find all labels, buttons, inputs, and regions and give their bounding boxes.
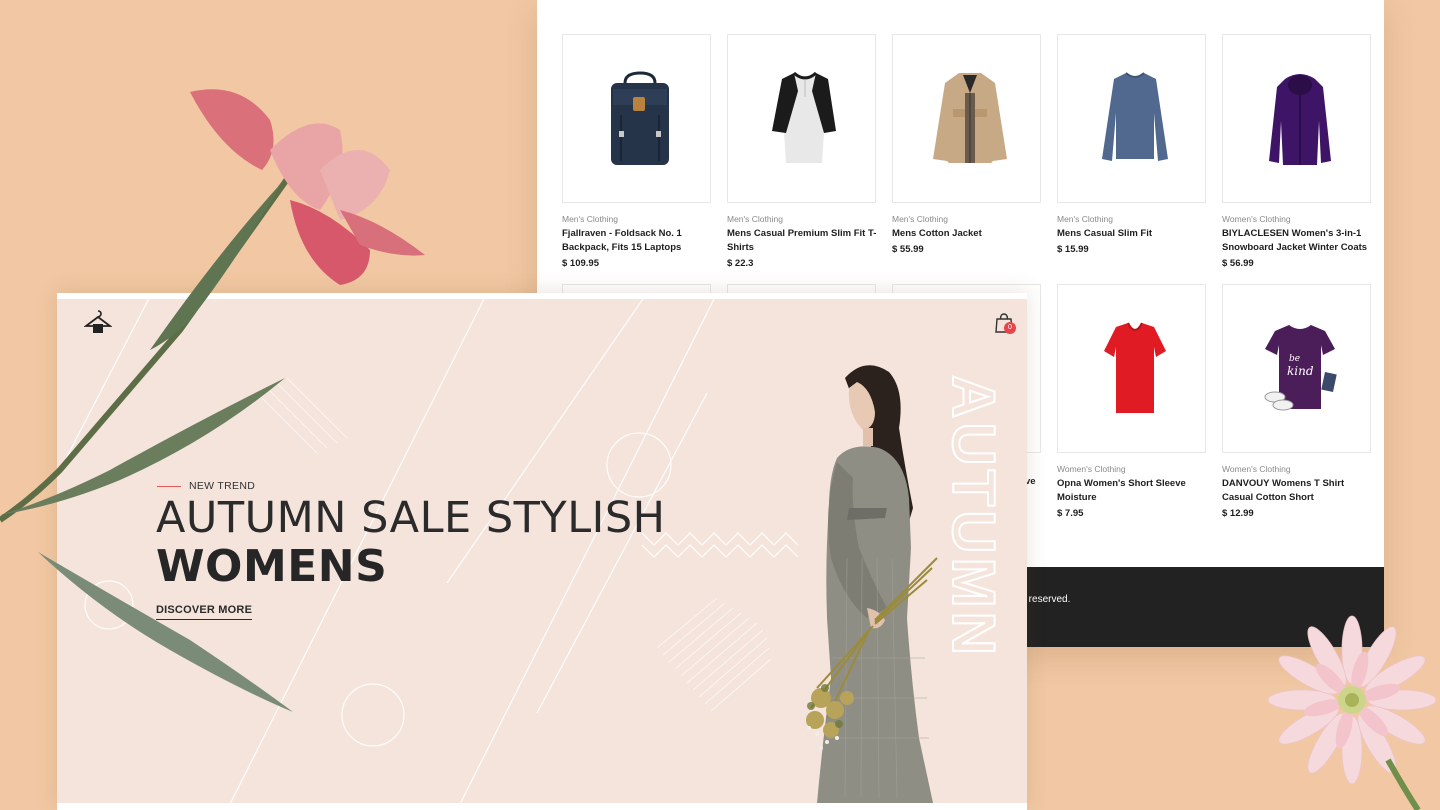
product-image[interactable]: [1222, 34, 1371, 203]
svg-text:be: be: [1289, 354, 1300, 364]
product-card[interactable]: Women's Clothing BIYLACLESEN Women's 3-i…: [1222, 34, 1372, 271]
product-name[interactable]: BIYLACLESEN Women's 3-in-1 Snowboard Jac…: [1222, 227, 1374, 255]
product-price: $ 22.3: [727, 258, 754, 269]
purple-tshirt-icon: be kind: [1264, 325, 1337, 411]
product-name[interactable]: Mens Cotton Jacket: [892, 227, 1044, 241]
product-image[interactable]: be kind: [1222, 284, 1371, 453]
petal-icon: [320, 150, 390, 220]
autumn-vertical-word: AUTUMN: [939, 375, 997, 660]
product-card[interactable]: Men's Clothing Mens Casual Premium Slim …: [727, 34, 877, 271]
product-card[interactable]: Men's Clothing Mens Casual Slim Fit $ 15…: [1057, 34, 1207, 257]
hero-bottom-border: [57, 803, 1027, 810]
hero-headline: AUTUMN SALE STYLISH: [156, 493, 666, 543]
product-card[interactable]: Women's Clothing Opna Women's Short Slee…: [1057, 284, 1207, 521]
product-price: $ 56.99: [1222, 258, 1254, 269]
product-price: $ 15.99: [1057, 244, 1089, 255]
petal-icon: [270, 123, 343, 210]
hanger-logo-icon[interactable]: [84, 307, 112, 335]
autumn-vertical-text: AUTUMN: [940, 375, 997, 659]
purple-jacket-icon: [1269, 74, 1331, 165]
cart-count-badge[interactable]: 0: [1004, 322, 1016, 334]
product-card[interactable]: be kind Women's Clothing DANVOUY Womens …: [1222, 284, 1372, 521]
model-photo: [806, 365, 938, 803]
product-category: Women's Clothing: [1222, 214, 1291, 224]
product-card[interactable]: Men's Clothing Fjallraven - Foldsack No.…: [562, 34, 712, 271]
product-price: $ 109.95: [562, 258, 599, 269]
product-category: Men's Clothing: [727, 214, 783, 224]
petal-icon: [340, 210, 425, 256]
hero-banner: 0 NEW TREND AUTUMN SALE STYLISH WOMENS D…: [57, 293, 1027, 810]
jacket-icon: [933, 73, 1007, 163]
longsleeve-shirt-icon: [1102, 72, 1168, 161]
product-price: $ 7.95: [1057, 508, 1084, 519]
svg-text:kind: kind: [1287, 364, 1314, 378]
product-price: $ 12.99: [1222, 508, 1254, 519]
hero-tagline: NEW TREND: [189, 480, 256, 492]
product-image[interactable]: [892, 34, 1041, 203]
raglan-shirt-icon: [772, 71, 836, 163]
petal-icon: [290, 200, 370, 285]
red-tshirt-icon: [1104, 322, 1166, 413]
hero-top-border: [57, 293, 1027, 299]
product-image[interactable]: [562, 34, 711, 203]
tagline-accent-line: [157, 486, 181, 487]
stem-icon: [1385, 758, 1421, 810]
product-name[interactable]: Opna Women's Short Sleeve Moisture: [1057, 477, 1209, 505]
discover-more-link[interactable]: DISCOVER MORE: [156, 604, 253, 620]
product-price: $ 55.99: [892, 244, 924, 255]
product-category: Women's Clothing: [1222, 464, 1291, 474]
product-category: Men's Clothing: [892, 214, 948, 224]
product-category: Women's Clothing: [1057, 464, 1126, 474]
product-category: Men's Clothing: [1057, 214, 1113, 224]
petal-icon: [190, 89, 274, 170]
product-image[interactable]: [1057, 284, 1206, 453]
product-name[interactable]: Fjallraven - Foldsack No. 1 Backpack, Fi…: [562, 227, 714, 255]
product-name[interactable]: Mens Casual Premium Slim Fit T-Shirts: [727, 227, 879, 255]
hero-headline-bold: WOMENS: [156, 541, 388, 592]
product-name[interactable]: DANVOUY Womens T Shirt Casual Cotton Sho…: [1222, 477, 1374, 505]
backpack-icon: [611, 71, 669, 165]
product-card[interactable]: Men's Clothing Mens Cotton Jacket $ 55.9…: [892, 34, 1042, 257]
product-image[interactable]: [1057, 34, 1206, 203]
product-category: Men's Clothing: [562, 214, 618, 224]
product-name[interactable]: Mens Casual Slim Fit: [1057, 227, 1209, 241]
product-image[interactable]: [727, 34, 876, 203]
